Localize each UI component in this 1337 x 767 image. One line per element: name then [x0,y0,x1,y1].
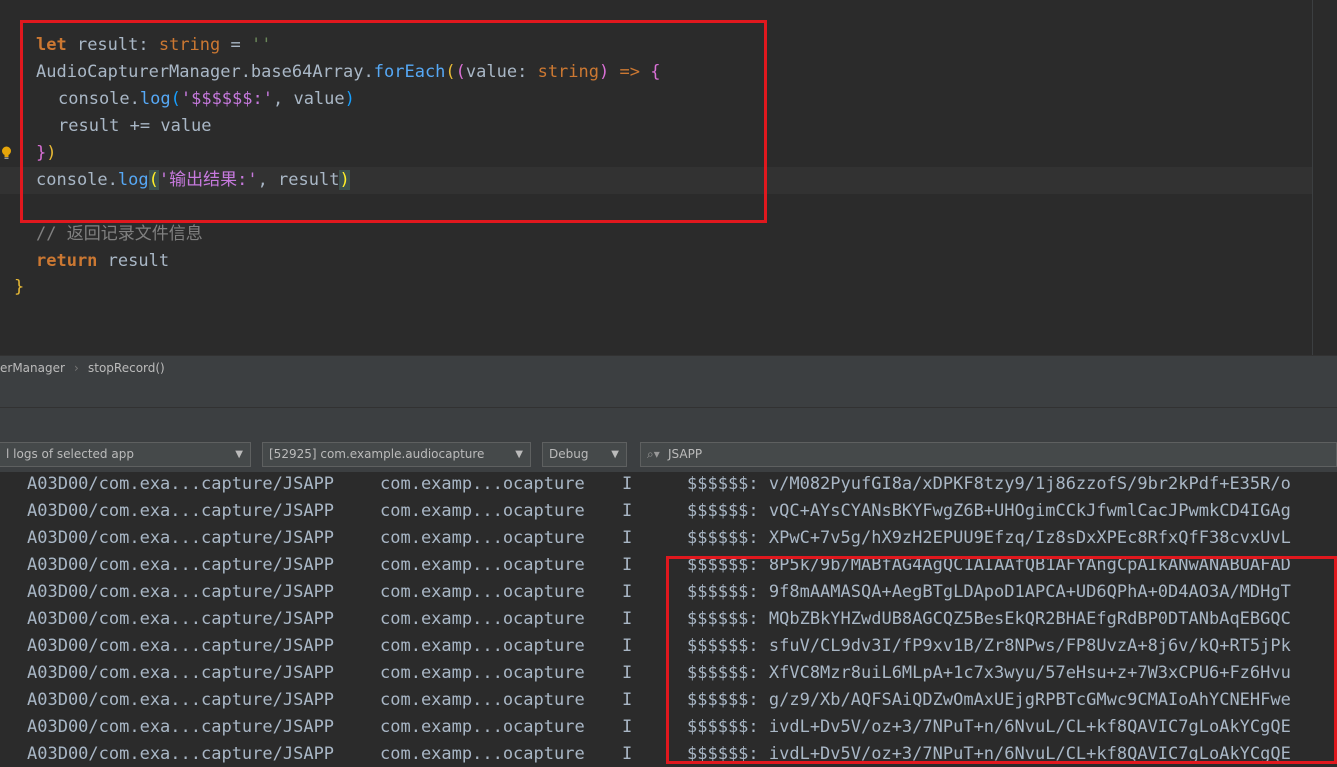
breadcrumb: erManager › stopRecord() [0,355,1337,381]
code-highlight-box [20,20,767,223]
code-line-close[interactable]: } [14,274,24,301]
code-line-return[interactable]: return result [36,248,169,275]
breadcrumb-item-method[interactable]: stopRecord() [88,356,165,380]
log-lvl: I [622,636,633,656]
log-lvl: I [622,609,633,629]
code-editor[interactable]: let result: string = '' AudioCapturerMan… [0,0,1312,355]
log-pkg: com.examp...ocapture [380,528,585,548]
log-lvl: I [622,501,633,521]
log-msg: $$$$$$: v/M082PyufGI8a/xDPKF8tzy9/1j86zz… [687,474,1291,494]
log-pkg: com.examp...ocapture [380,609,585,629]
log-lvl: I [622,663,633,683]
log-pkg: com.examp...ocapture [380,636,585,656]
log-tag: A03D00/com.exa...capture/JSAPP [27,717,335,737]
app-filter-select[interactable]: l logs of selected app ▼ [0,442,251,467]
log-pkg: com.examp...ocapture [380,717,585,737]
log-lvl: I [622,474,633,494]
log-tag: A03D00/com.exa...capture/JSAPP [27,636,335,656]
code-line-comment[interactable]: // 返回记录文件信息 [36,221,203,248]
chevron-down-icon: ▼ [611,449,619,460]
intention-bulb-icon[interactable] [1,146,12,160]
process-select[interactable]: [52925] com.example.audiocapture ▼ [262,442,531,467]
log-lvl: I [622,717,633,737]
log-tag: A03D00/com.exa...capture/JSAPP [27,663,335,683]
log-pkg: com.examp...ocapture [380,744,585,764]
log-pkg: com.examp...ocapture [380,474,585,494]
log-pkg: com.examp...ocapture [380,501,585,521]
log-tag: A03D00/com.exa...capture/JSAPP [27,528,335,548]
log-lvl: I [622,528,633,548]
log-tag: A03D00/com.exa...capture/JSAPP [27,744,335,764]
chevron-down-icon: ▼ [235,449,243,460]
breadcrumb-item-class[interactable]: erManager [0,356,65,380]
log-pkg: com.examp...ocapture [380,663,585,683]
search-icon: ⌕▾ [647,447,660,461]
log-tag: A03D00/com.exa...capture/JSAPP [27,690,335,710]
log-tag: A03D00/com.exa...capture/JSAPP [27,474,335,494]
log-row[interactable]: A03D00/com.exa...capture/JSAPP com.examp.… [0,499,1337,526]
log-lvl: I [622,555,633,575]
log-tag: A03D00/com.exa...capture/JSAPP [27,555,335,575]
log-row[interactable]: A03D00/com.exa...capture/JSAPP com.examp.… [0,526,1337,553]
log-pkg: com.examp...ocapture [380,555,585,575]
log-lvl: I [622,744,633,764]
log-tag: A03D00/com.exa...capture/JSAPP [27,582,335,602]
log-msg: $$$$$$: vQC+AYsCYANsBKYFwgZ6B+UHOgimCCkJ… [687,501,1291,521]
editor-scrollbar[interactable] [1312,0,1337,355]
log-tag: A03D00/com.exa...capture/JSAPP [27,501,335,521]
log-lvl: I [622,582,633,602]
log-lvl: I [622,690,633,710]
log-row[interactable]: A03D00/com.exa...capture/JSAPP com.examp.… [0,472,1337,499]
log-panel-header [0,380,1337,408]
log-level-select[interactable]: Debug ▼ [542,442,627,467]
log-search-input[interactable]: ⌕▾ JSAPP [640,442,1337,467]
log-highlight-box [666,556,1337,764]
log-pkg: com.examp...ocapture [380,582,585,602]
log-panel-toolbar [0,408,1337,438]
log-msg: $$$$$$: XPwC+7v5g/hX9zH2EPUU9Efzq/Iz8sDx… [687,528,1291,548]
breadcrumb-separator: › [74,361,79,375]
log-pkg: com.examp...ocapture [380,690,585,710]
chevron-down-icon: ▼ [515,449,523,460]
log-tag: A03D00/com.exa...capture/JSAPP [27,609,335,629]
